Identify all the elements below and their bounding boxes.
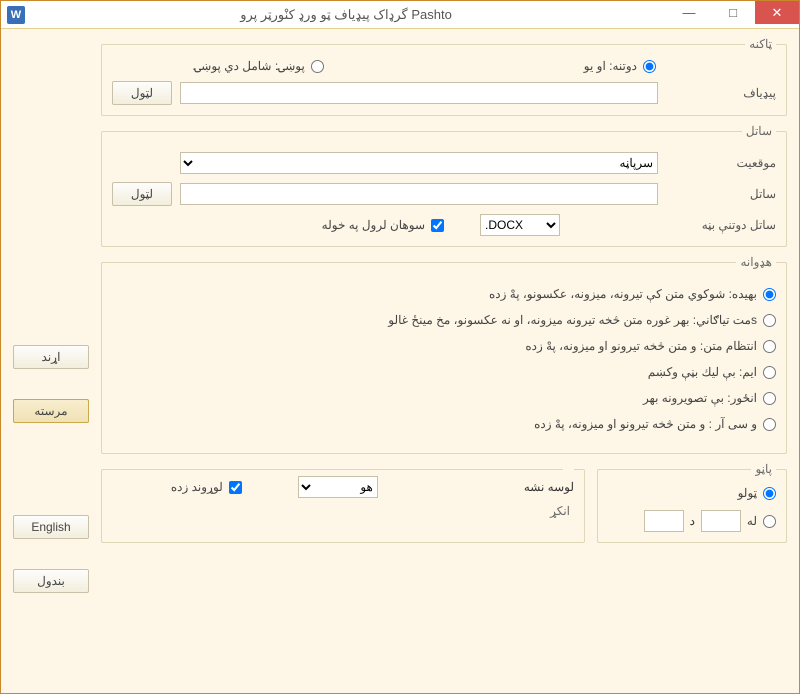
maximize-button[interactable]: □ [711, 1, 755, 24]
pdf-path-row: پيډياف لټول [112, 81, 776, 105]
open-after-label: سوهان لرول په خوله [322, 218, 425, 232]
source-file-radio[interactable]: دوتنه: او یو [584, 59, 656, 73]
option-continuous-input[interactable] [763, 314, 776, 327]
save-path-input[interactable] [180, 183, 658, 205]
option-flowing-input[interactable] [763, 288, 776, 301]
pages-range[interactable]: له [747, 514, 776, 528]
save-label: ساتل [666, 187, 776, 201]
pages-all[interactable]: ټولو [608, 486, 776, 500]
source-folder-radio[interactable]: پوښۍ: شامل دي پوښۍ [194, 59, 324, 73]
options-group: هډوانه بهيده: شوکوي متن کې تیرونه، میزون… [101, 255, 787, 454]
option-plain[interactable]: ایم: بې لیك بڼې وکښم [112, 365, 776, 379]
location-label: موقعيت [666, 156, 776, 170]
format-row: ساتل دوتنې بڼه .DOCX سوهان لرول په خوله [112, 214, 776, 236]
open-after-check[interactable]: سوهان لرول په خوله [322, 218, 444, 232]
hyperlink-check[interactable]: لوړوند زده [171, 480, 242, 494]
option-flowing[interactable]: بهيده: شوکوي متن کې تیرونه، میزونه، عکسو… [112, 287, 776, 301]
window-controls: — □ ✕ [667, 1, 799, 28]
start-button[interactable]: اړند [13, 345, 89, 369]
source-file-label: دوتنه: او یو [584, 59, 637, 73]
option-formatted[interactable]: انتظام متن: و متن څخه تیرونو او میزونه، … [112, 339, 776, 353]
app-window: W گرډاک پيډياف ټو ورډ كنْورټر پرو Pashto… [0, 0, 800, 694]
pages-all-input[interactable] [763, 487, 776, 500]
pdf-label: پيډياف [666, 86, 776, 100]
output-legend: ساتل [742, 124, 776, 138]
pages-from-label: له [747, 514, 757, 528]
option-flowing-label: بهيده: شوکوي متن کې تیرونه، میزونه، عکسو… [489, 287, 757, 301]
app-icon: W [7, 6, 25, 24]
source-folder-label: پوښۍ: شامل دي پوښۍ [194, 59, 305, 73]
help-button[interactable]: مرسته [13, 399, 89, 423]
format-label: ساتل دوتنې بڼه [666, 218, 776, 232]
output-group: ساتل موقعيت سرپاڼه ساتل لټول ساتل دوتنې … [101, 124, 787, 247]
option-ocr-input[interactable] [763, 418, 776, 431]
option-formatted-label: انتظام متن: و متن څخه تیرونو او میزونه، … [525, 339, 757, 353]
option-continuous-label: sمت تیاګاني: بهر غوره متن څخه تیرونه میز… [388, 313, 757, 327]
main-content: ټاکنه دوتنه: او یو پوښۍ: شامل دي پوښۍ پي… [101, 37, 787, 683]
options-legend: هډوانه [736, 255, 776, 269]
misc-group: . لوسه نشه هو لوړوند زده انکړ [101, 462, 585, 543]
titlebar: W گرډاک پيډياف ټو ورډ كنْورټر پرو Pashto… [1, 1, 799, 29]
pages-range-input[interactable] [763, 515, 776, 528]
log-label: انکړ [112, 504, 570, 518]
format-select[interactable]: .DOCX [480, 214, 560, 236]
pdf-browse-button[interactable]: لټول [112, 81, 172, 105]
client-area: ټاکنه دوتنه: او یو پوښۍ: شامل دي پوښۍ پي… [1, 29, 799, 693]
open-after-input[interactable] [431, 219, 444, 232]
exit-button[interactable]: بندول [13, 569, 89, 593]
pages-group: پاڼو ټولو له د [597, 462, 787, 543]
option-formatted-input[interactable] [763, 340, 776, 353]
pages-legend: پاڼو [751, 462, 776, 476]
option-images[interactable]: انځور: بې تصويرونه بهر [112, 391, 776, 405]
option-ocr-label: و سی آر : و متن څخه تیرونو او میزونه، په… [534, 417, 757, 431]
save-path-row: ساتل لټول [112, 182, 776, 206]
english-button[interactable]: English [13, 515, 89, 539]
watermark-label: لوسه نشه [524, 480, 574, 494]
watermark-select[interactable]: هو [298, 476, 378, 498]
option-images-input[interactable] [763, 392, 776, 405]
pages-to-label: د [690, 514, 695, 528]
pages-to-input[interactable] [644, 510, 684, 532]
save-browse-button[interactable]: لټول [112, 182, 172, 206]
source-folder-input[interactable] [311, 60, 324, 73]
pages-from-input[interactable] [701, 510, 741, 532]
hyperlink-input[interactable] [229, 481, 242, 494]
bottom-row: پاڼو ټولو له د [101, 462, 787, 551]
options-list: بهيده: شوکوي متن کې تیرونه، میزونه، عکسو… [112, 287, 776, 431]
input-group: ټاکنه دوتنه: او یو پوښۍ: شامل دي پوښۍ پي… [101, 37, 787, 116]
location-select[interactable]: سرپاڼه [180, 152, 658, 174]
option-continuous[interactable]: sمت تیاګاني: بهر غوره متن څخه تیرونه میز… [112, 313, 776, 327]
source-type-row: دوتنه: او یو پوښۍ: شامل دي پوښۍ [112, 59, 776, 73]
option-ocr[interactable]: و سی آر : و متن څخه تیرونو او میزونه، په… [112, 417, 776, 431]
pdf-path-input[interactable] [180, 82, 658, 104]
minimize-button[interactable]: — [667, 1, 711, 24]
side-buttons: اړند مرسته English بندول [13, 345, 89, 623]
window-title: گرډاک پيډياف ټو ورډ كنْورټر پرو Pashto [25, 7, 667, 23]
option-plain-input[interactable] [763, 366, 776, 379]
location-row: موقعيت سرپاڼه [112, 152, 776, 174]
option-plain-label: ایم: بې لیك بڼې وکښم [648, 365, 757, 379]
hyperlink-label: لوړوند زده [171, 480, 223, 494]
close-button[interactable]: ✕ [755, 1, 799, 24]
input-legend: ټاکنه [745, 37, 776, 51]
pages-all-label: ټولو [738, 486, 757, 500]
option-images-label: انځور: بې تصويرونه بهر [643, 391, 757, 405]
source-file-input[interactable] [643, 60, 656, 73]
